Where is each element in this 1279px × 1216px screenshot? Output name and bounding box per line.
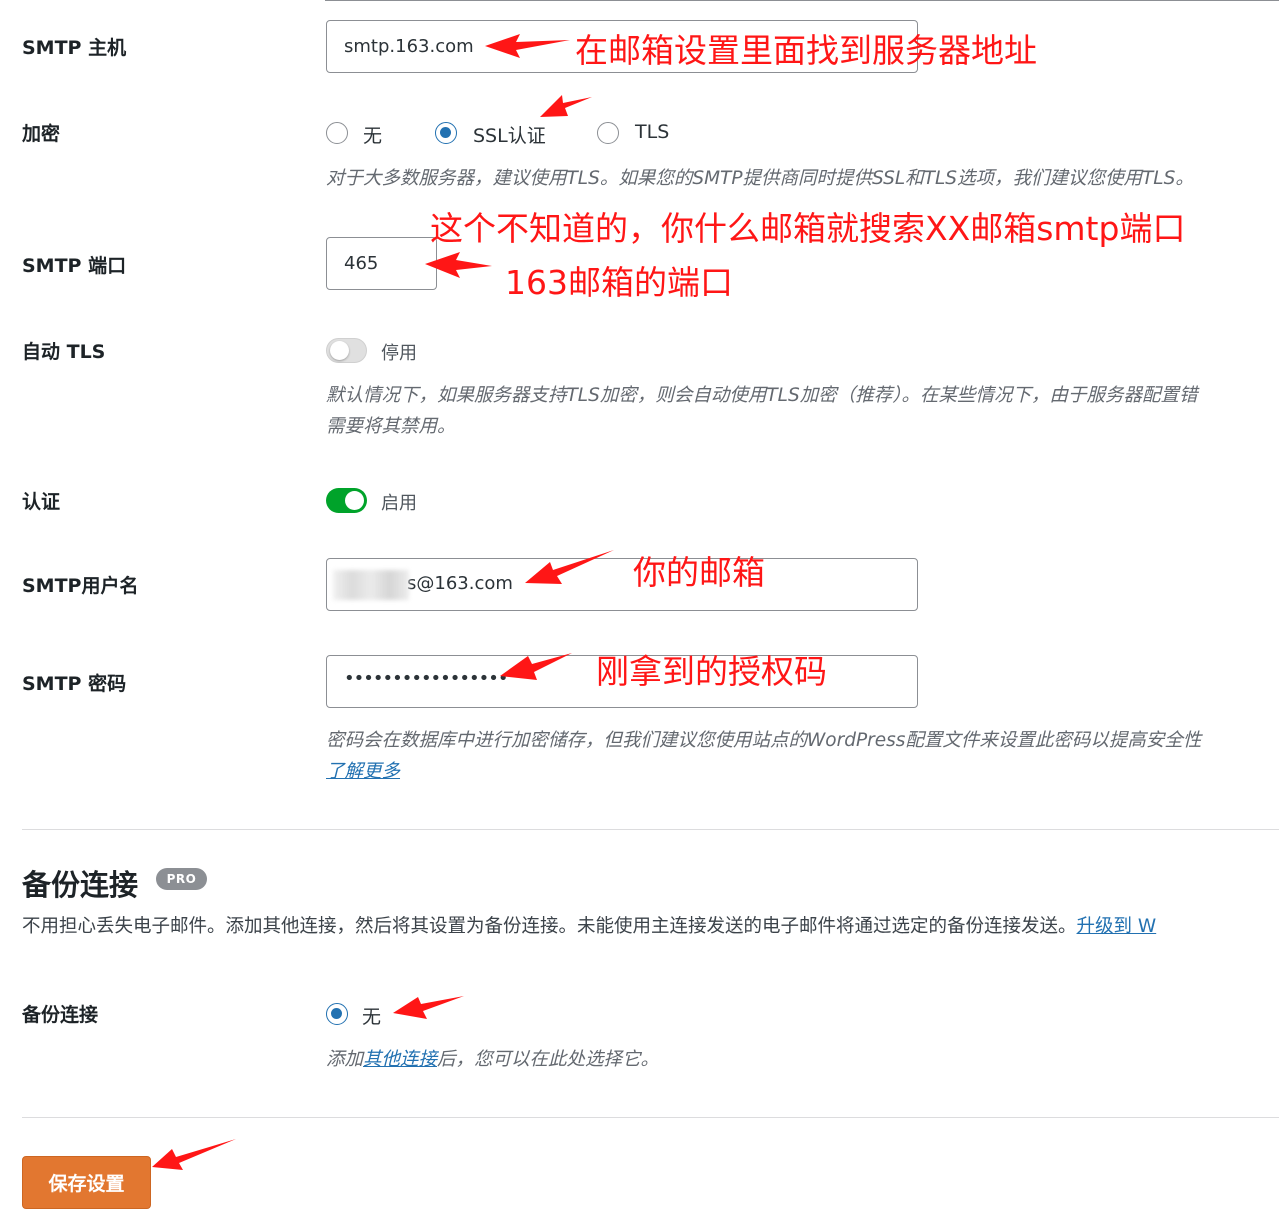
arrow-encryption-icon <box>540 95 592 117</box>
arrow-port-icon <box>425 252 492 278</box>
arrow-username-icon <box>525 550 614 584</box>
arrow-backup-icon <box>393 996 464 1019</box>
arrow-host-icon <box>485 34 570 58</box>
arrow-password-icon <box>500 653 572 680</box>
annotation-arrows <box>152 34 614 1170</box>
arrow-save-icon <box>152 1139 236 1170</box>
